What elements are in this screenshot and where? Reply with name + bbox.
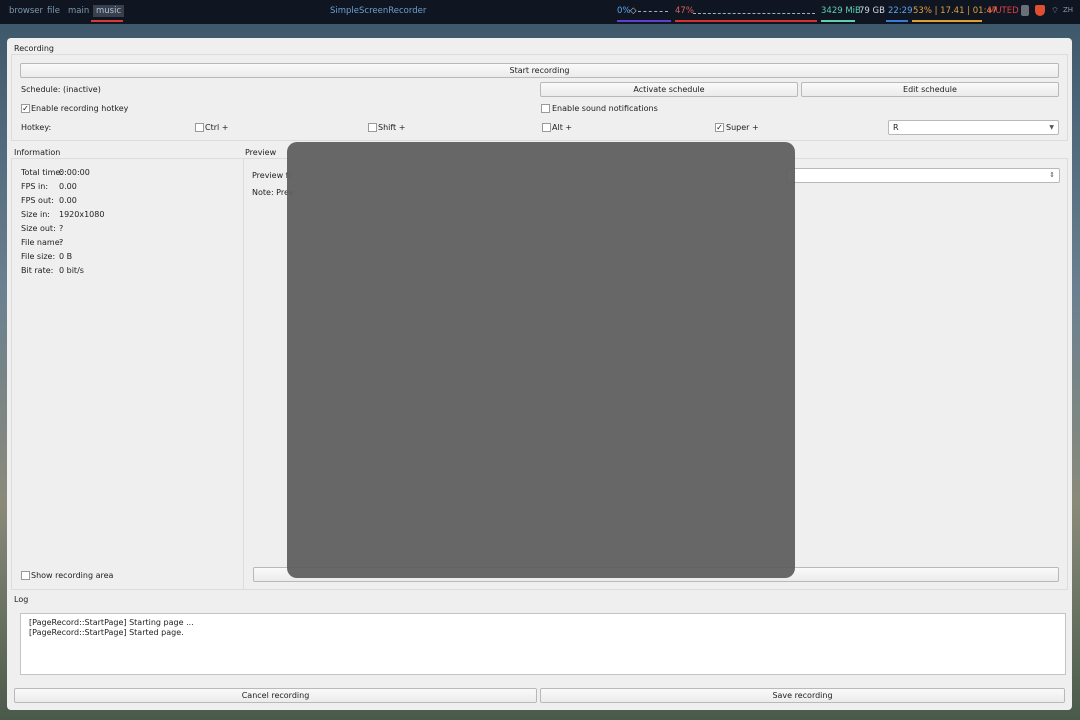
chevron-down-icon: ▼ (1049, 124, 1054, 131)
mute-status: MUTED (988, 6, 1019, 16)
tray-app-icon[interactable] (1021, 5, 1029, 16)
wifi-icon[interactable]: ⌔ (1051, 6, 1059, 16)
info-value: 0 B (59, 252, 73, 261)
info-value: ? (59, 224, 64, 233)
hotkey-key-value: R (893, 123, 899, 132)
window-title: SimpleScreenRecorder (330, 6, 427, 16)
volume-graph (693, 13, 815, 14)
info-value: 0 bit/s (59, 266, 84, 275)
cpu-bar (617, 20, 671, 22)
clock: 22:29 (888, 6, 913, 16)
hotkey-key-select[interactable]: R ▼ (888, 120, 1059, 135)
enable-hotkey-label: Enable recording hotkey (31, 104, 129, 113)
log-line: [PageRecord::StartPage] Starting page ..… (29, 618, 194, 627)
info-label: File size: (21, 252, 56, 261)
info-value: ? (59, 238, 64, 247)
preview-section-title: Preview (245, 148, 277, 157)
sound-notifications-label: Enable sound notifications (552, 104, 658, 113)
show-recording-area-checkbox[interactable] (21, 571, 30, 580)
information-group-box (11, 158, 244, 590)
info-value: 0.00 (59, 182, 77, 191)
schedule-status: Schedule: (inactive) (21, 85, 101, 94)
memory-bar (821, 20, 855, 22)
battery-bar (912, 20, 982, 22)
workspace-browser[interactable]: browser (9, 6, 43, 16)
language-indicator[interactable]: ZH (1063, 6, 1073, 14)
log-section-title: Log (14, 595, 29, 604)
disk-usage: 79 GB (859, 6, 885, 16)
preview-frame-rate-label: Preview fr (252, 171, 292, 180)
info-label: Bit rate: (21, 266, 54, 275)
cpu-graph (638, 11, 668, 12)
workspace-main[interactable]: main (68, 6, 89, 16)
enable-hotkey-checkbox[interactable]: ✓ (21, 104, 30, 113)
info-value: 0:00:00 (59, 168, 90, 177)
info-label: Size in: (21, 210, 50, 219)
shield-icon[interactable] (1035, 5, 1045, 16)
information-section-title: Information (14, 148, 61, 157)
active-workspace-indicator (91, 20, 123, 22)
alt-checkbox[interactable] (542, 123, 551, 132)
sound-notifications-checkbox[interactable] (541, 104, 550, 113)
spinner-arrows-icon: ⇕ (1049, 171, 1055, 179)
workspace-music[interactable]: music (93, 5, 125, 17)
info-value: 0.00 (59, 196, 77, 205)
alt-label: Alt + (552, 123, 573, 132)
battery-status: 53% | 17.41 | 01:47 (913, 6, 998, 16)
volume-bar (675, 20, 817, 22)
info-label: FPS out: (21, 196, 54, 205)
top-status-bar: browser file main music SimpleScreenReco… (0, 0, 1080, 24)
shift-label: Shift + (378, 123, 406, 132)
memory-usage: 3429 MiB (821, 6, 861, 16)
info-label: Size out: (21, 224, 56, 233)
info-label: File name: (21, 238, 63, 247)
edit-schedule-button[interactable]: Edit schedule (801, 82, 1059, 97)
super-checkbox[interactable]: ✓ (715, 123, 724, 132)
info-label: Total time: (21, 168, 63, 177)
shift-checkbox[interactable] (368, 123, 377, 132)
overlay-panel (287, 142, 795, 578)
info-label: FPS in: (21, 182, 49, 191)
cancel-recording-button[interactable]: Cancel recording (14, 688, 537, 703)
ctrl-label: Ctrl + (205, 123, 229, 132)
super-label: Super + (726, 123, 759, 132)
log-line: [PageRecord::StartPage] Started page. (29, 628, 184, 637)
activate-schedule-button[interactable]: Activate schedule (540, 82, 798, 97)
volume-level: 47% (675, 6, 694, 16)
workspace-file[interactable]: file (47, 6, 60, 16)
start-recording-button[interactable]: Start recording (20, 63, 1059, 78)
hotkey-label: Hotkey: (21, 123, 52, 132)
clock-bar (886, 20, 908, 22)
log-output[interactable]: [PageRecord::StartPage] Starting page ..… (20, 613, 1066, 675)
save-recording-button[interactable]: Save recording (540, 688, 1065, 703)
recording-section-title: Recording (14, 44, 55, 53)
cpu-usage: 0% (617, 6, 631, 16)
show-recording-area-label: Show recording area (31, 571, 114, 580)
preview-frame-rate-spinbox[interactable]: ⇕ (787, 168, 1060, 183)
ctrl-checkbox[interactable] (195, 123, 204, 132)
info-value: 1920x1080 (59, 210, 105, 219)
cpu-dot-icon: ◇ (630, 6, 637, 16)
